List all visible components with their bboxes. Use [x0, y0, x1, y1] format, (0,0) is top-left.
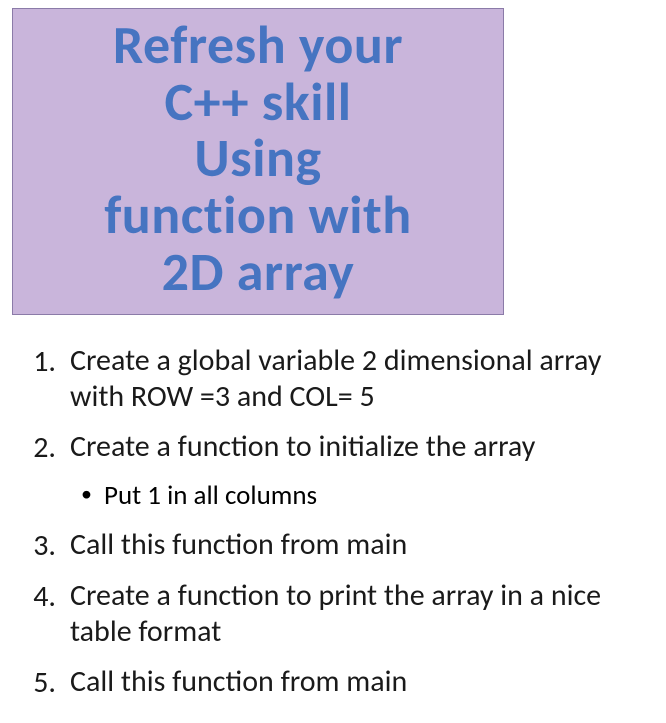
list-text: Create a function to initialize the arra… [70, 429, 652, 465]
list-item: 1. Create a global variable 2 dimensiona… [12, 343, 652, 415]
numbered-list: 1. Create a global variable 2 dimensiona… [12, 343, 652, 700]
bullet-icon: • [12, 480, 104, 509]
title-line-2: C++ skill [17, 74, 499, 131]
title-line-3: Using [17, 130, 499, 187]
list-text: Call this function from main [70, 527, 652, 563]
sub-text: Put 1 in all columns [104, 480, 317, 512]
list-text: Create a global variable 2 dimensional a… [70, 343, 652, 415]
list-number: 4. [12, 578, 70, 615]
list-number: 5. [12, 664, 70, 701]
title-box: Refresh your C++ skill Using function wi… [12, 8, 504, 315]
title-line-1: Refresh your [17, 17, 499, 74]
list-text: Call this function from main [70, 664, 652, 700]
list-item: 4. Create a function to print the array … [12, 578, 652, 650]
list-number: 1. [12, 343, 70, 380]
list-item: 5. Call this function from main [12, 664, 652, 701]
sub-item: • Put 1 in all columns [12, 480, 652, 512]
title-line-4: function with [17, 187, 499, 244]
list-number: 2. [12, 429, 70, 466]
list-item: 3. Call this function from main [12, 527, 652, 564]
title-line-5: 2D array [17, 244, 499, 301]
list-text: Create a function to print the array in … [70, 578, 652, 650]
list-number: 3. [12, 527, 70, 564]
list-item: 2. Create a function to initialize the a… [12, 429, 652, 466]
